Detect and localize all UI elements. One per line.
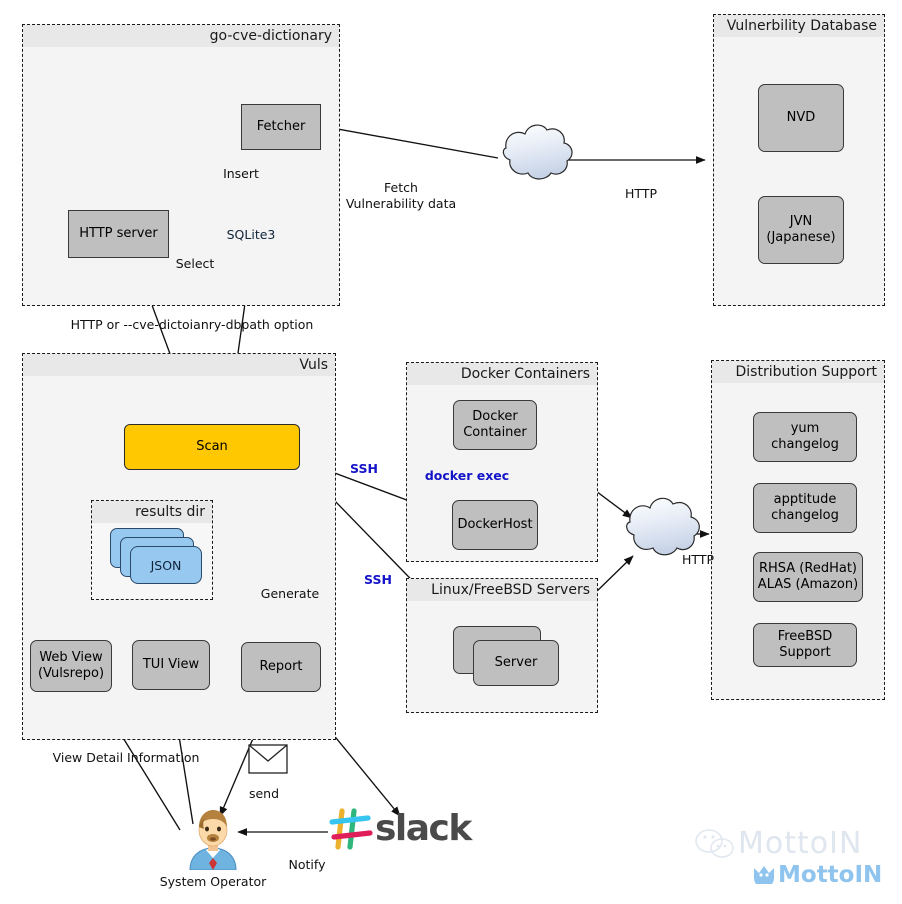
server-card-front[interactable]: Server [473, 640, 559, 686]
wechat-icon [695, 829, 734, 858]
slack-hash-icon [329, 808, 373, 850]
node-jvn[interactable]: JVN (Japanese) [758, 196, 844, 264]
system-operator-avatar [178, 808, 248, 871]
label-send: send [248, 786, 280, 801]
label-notify: Notify [288, 857, 326, 872]
label-http-or-dbpath: HTTP or --cve-dictoianry-dbpath option [70, 317, 314, 332]
panel-title-go-cve-dictionary: go-cve-dictionary [23, 25, 339, 47]
label-fetch-vulnerability-data: Fetch Vulnerability data [345, 180, 457, 211]
node-tui-view[interactable]: TUI View [132, 640, 210, 690]
diagram-canvas: go-cve-dictionary Vulnerbility Database … [0, 0, 902, 904]
slack-wordmark: slack [375, 808, 472, 849]
label-insert: Insert [223, 166, 259, 181]
node-scan[interactable]: Scan [124, 424, 300, 470]
node-docker-container[interactable]: Docker Container [453, 400, 537, 450]
cloud-internet-top [502, 124, 573, 180]
node-sqlite3-label[interactable]: SQLite3 [221, 220, 281, 248]
envelope-icon [248, 744, 288, 774]
label-http-top: HTTP [625, 186, 657, 201]
system-operator-caption: System Operator [159, 874, 267, 889]
node-apptitude-changelog[interactable]: apptitude changelog [753, 483, 857, 533]
panel-title-vuls: Vuls [23, 354, 335, 376]
panel-title-results-dir: results dir [92, 501, 212, 523]
node-json-stack[interactable]: JSON [110, 528, 202, 588]
label-docker-exec: docker exec [424, 468, 510, 483]
label-view-detail-information: View Detail Information [52, 750, 200, 765]
panel-title-docker-containers: Docker Containers [407, 363, 597, 385]
node-report[interactable]: Report [241, 642, 321, 692]
node-nvd[interactable]: NVD [758, 84, 844, 152]
node-docker-host[interactable]: DockerHost [452, 500, 538, 550]
operator-icon [189, 810, 237, 871]
mottoin-badge-icon [754, 866, 774, 884]
watermark: MottoIN MottoIN [695, 826, 900, 896]
panel-title-vulnerbility-database: Vulnerbility Database [714, 15, 884, 37]
node-http-server[interactable]: HTTP server [68, 210, 169, 258]
node-rhsa-alas[interactable]: RHSA (RedHat) ALAS (Amazon) [753, 552, 863, 602]
watermark-bottom-text: MottoIN [778, 862, 883, 888]
label-generate: Generate [260, 586, 320, 601]
label-select: Select [175, 256, 215, 271]
node-web-view[interactable]: Web View (Vulsrepo) [30, 640, 112, 692]
slack-logo: slack [327, 806, 472, 858]
node-freebsd-support[interactable]: FreeBSD Support [753, 623, 857, 667]
node-yum-changelog[interactable]: yum changelog [753, 412, 857, 462]
panel-title-distribution-support: Distribution Support [712, 361, 884, 383]
label-ssh-docker: SSH [350, 461, 378, 476]
panel-title-linux-freebsd-servers: Linux/FreeBSD Servers [407, 579, 597, 601]
edge-fetcher-cloud [320, 125, 499, 159]
watermark-top-text: MottoIN [738, 826, 863, 861]
node-server-stack[interactable]: Server [453, 626, 559, 688]
label-http-right: HTTP [682, 552, 714, 567]
cloud-internet-right [626, 497, 700, 556]
node-fetcher[interactable]: Fetcher [241, 104, 321, 150]
label-ssh-servers: SSH [364, 572, 392, 587]
json-card-front[interactable]: JSON [130, 546, 202, 584]
